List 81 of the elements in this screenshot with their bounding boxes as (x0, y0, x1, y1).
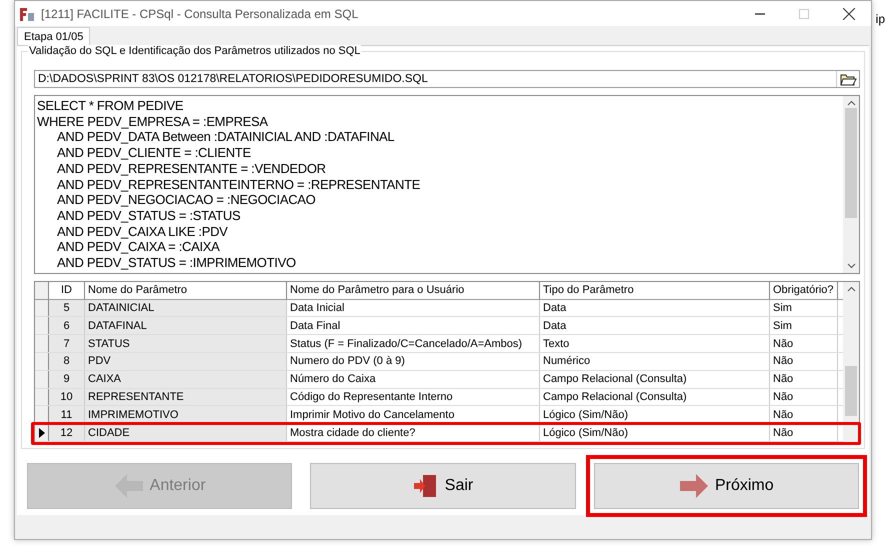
table-cell: Imprimir Motivo do Cancelamento (287, 406, 540, 424)
table-cell: STATUS (85, 335, 287, 352)
table-cell: 9 (49, 370, 85, 388)
table-cell: 6 (49, 317, 85, 334)
table-cell: 8 (49, 352, 85, 370)
table-cell: 12 (49, 424, 85, 441)
window-title: [1211] FACILITE - CPSql - Consulta Personalizada em SQL (41, 6, 360, 20)
table-cell: Mostra cidade do cliente? (287, 424, 540, 441)
table-cell: 7 (49, 335, 85, 352)
scroll-down-icon[interactable] (846, 262, 856, 269)
step-tab[interactable]: Etapa 01/05 (17, 27, 90, 45)
table-cell: IMPRIMEMOTIVO (85, 406, 287, 424)
row-indicator[interactable] (35, 424, 49, 441)
table-cell: Sim (770, 300, 838, 316)
code-line: AND PEDV_CLIENTE = :CLIENTE (56, 145, 252, 161)
desktop-text: ip (876, 12, 885, 26)
scroll-thumb[interactable] (845, 366, 857, 416)
action-button[interactable]: Sair (310, 463, 576, 509)
table-cell: CIDADE (85, 424, 287, 441)
table-row[interactable]: 10 REPRESENTANTE Código do Representante Interno Campo Relacional (Consulta) Não (35, 388, 843, 406)
code-line: AND PEDV_DATA Between :DATAINICIAL AND :DATAFINAL (56, 129, 396, 146)
table-cell: 11 (49, 406, 85, 424)
table-cell: Campo Relacional (Consulta) (540, 388, 770, 406)
table-cell: Sim (770, 317, 838, 334)
table-cell: Numérico (540, 352, 770, 370)
table-row[interactable]: 7 STATUS Status (F = Finalizado/C=Cancelado/A=Ambos) Texto Não (35, 335, 843, 353)
column-header[interactable]: Tipo do Parâmetro (540, 282, 770, 299)
table-row[interactable]: 12 CIDADE Mostra cidade do cliente? Lógico (Sim/Não) Não (35, 424, 843, 442)
scrollbar[interactable] (843, 282, 859, 442)
table-row[interactable]: 6 DATAFINAL Data Final Data Sim (35, 317, 843, 336)
scrollbar[interactable] (843, 96, 859, 273)
table-cell: REPRESENTANTE (85, 388, 287, 406)
code-line: SELECT * FROM PEDIVE (37, 98, 184, 114)
table-cell: Lógico (Sim/Não) (540, 406, 770, 424)
door-icon (412, 473, 439, 499)
code-line: AND PEDV_STATUS = :IMPRIMEMOTIVO (56, 255, 297, 271)
scroll-up-icon[interactable] (846, 286, 856, 292)
table-cell: Não (770, 370, 838, 388)
table-row[interactable]: 8 PDV Numero do PDV (0 à 9) Numérico Não (35, 352, 843, 371)
table-row[interactable]: 9 CAIXA Número do Caixa Campo Relacional (Consulta) Não (35, 370, 843, 389)
table-row[interactable]: 11 IMPRIMEMOTIVO Imprimir Motivo do Cancelamento Lógico (Sim/Não) Não (35, 406, 843, 424)
code-line: AND PEDV_REPRESENTANTE = :VENDEDOR (56, 160, 327, 177)
sql-editor[interactable] (34, 95, 860, 274)
table-cell: Data Inicial (287, 300, 540, 316)
code-line: AND PEDV_NEGOCIACAO = :NEGOCIACAO (56, 192, 316, 208)
table-cell: 10 (49, 388, 85, 406)
table-row[interactable]: 5 DATAINICIAL Data Inicial Data Sim (35, 300, 843, 318)
table-cell: Não (770, 424, 838, 441)
table-cell: Lógico (Sim/Não) (540, 424, 770, 441)
folder-icon[interactable] (836, 71, 857, 87)
code-line: WHERE PEDV_EMPRESA = :EMPRESA (37, 114, 269, 130)
table-cell: Número do Caixa (287, 370, 540, 388)
table-cell: Campo Relacional (Consulta) (540, 370, 770, 388)
path-field[interactable]: D:\DADOS\SPRINT 83\OS 012178\RELATORIOS\PEDIDORESUMIDO.SQL (34, 70, 860, 88)
close-icon[interactable] (843, 8, 855, 20)
table-cell: Não (770, 406, 838, 424)
table-cell: Numero do PDV (0 à 9) (287, 352, 540, 370)
table-cell: Data (540, 300, 770, 316)
table-cell: Texto (540, 335, 770, 352)
table-cell: DATAINICIAL (85, 300, 287, 316)
table-cell: Código do Representante Interno (287, 388, 540, 406)
scroll-up-icon[interactable] (846, 100, 856, 106)
table-cell: DATAFINAL (85, 317, 287, 334)
table-cell: Data (540, 317, 770, 334)
table-cell: Não (770, 352, 838, 370)
code-line: AND PEDV_STATUS = :STATUS (56, 208, 242, 224)
table-cell: CAIXA (85, 370, 287, 388)
code-line: AND PEDV_CAIXA LIKE :PDV (56, 224, 229, 240)
app-logo-icon (19, 6, 35, 22)
scroll-thumb[interactable] (845, 108, 857, 218)
table-cell: Não (770, 335, 838, 352)
table-cell: Data Final (287, 317, 540, 334)
table-cell: Status (F = Finalizado/C=Cancelado/A=Ambos) (287, 335, 540, 352)
table-cell: PDV (85, 352, 287, 370)
table-cell: 5 (49, 300, 85, 316)
right-arrow-icon (678, 473, 709, 499)
code-line: AND PEDV_CAIXA = :CAIXA (56, 239, 221, 256)
action-button[interactable]: Próximo (594, 463, 859, 509)
code-line: AND PEDV_REPRESENTANTEINTERNO = :REPRESENTANTE (56, 176, 422, 192)
group-title: Validação do SQL e Identificação dos Parâmetros utilizados no SQL (28, 45, 362, 57)
table-cell: Não (770, 388, 838, 406)
